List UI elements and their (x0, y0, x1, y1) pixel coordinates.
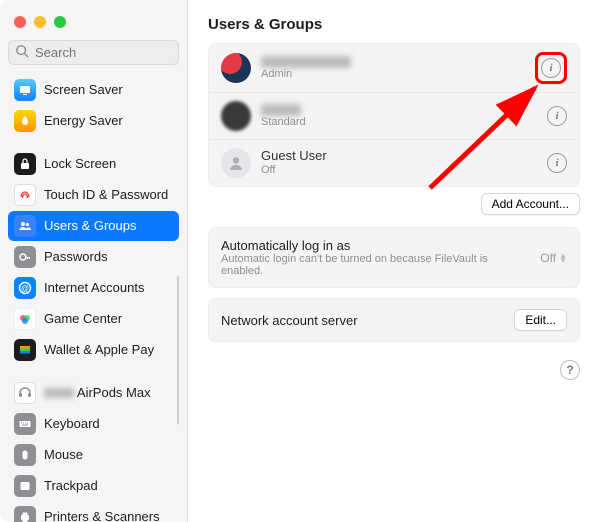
user-role: Standard (261, 116, 537, 129)
touch-id-icon (14, 184, 36, 206)
network-server-panel: Network account server Edit... (208, 298, 580, 342)
setting-texts: Automatically log in as Automatic login … (221, 238, 530, 277)
sidebar-item-touch-id[interactable]: Touch ID & Password (8, 180, 179, 210)
lock-screen-icon (14, 153, 36, 175)
keyboard-icon (14, 413, 36, 435)
internet-accounts-icon: @ (14, 277, 36, 299)
sidebar-item-airpods[interactable]: AirPods Max (8, 378, 179, 408)
setting-title: Automatically log in as (221, 238, 530, 253)
auto-login-panel: Automatically log in as Automatic login … (208, 227, 580, 288)
sidebar-list: Screen Saver Energy Saver Lock Screen (8, 75, 179, 522)
setting-texts: Network account server (221, 313, 504, 328)
page-title: Users & Groups (208, 16, 580, 33)
sidebar-item-label: Lock Screen (44, 157, 116, 171)
avatar (221, 148, 251, 178)
sidebar-item-wallet[interactable]: Wallet & Apple Pay (8, 335, 179, 365)
airpods-icon (14, 382, 36, 404)
avatar (221, 101, 251, 131)
search-icon (15, 44, 29, 58)
sidebar-item-passwords[interactable]: Passwords (8, 242, 179, 272)
user-row[interactable]: Standard i (209, 93, 579, 140)
sidebar-item-game-center[interactable]: Game Center (8, 304, 179, 334)
auto-login-value[interactable]: Off ▲▼ (540, 251, 567, 265)
user-row[interactable]: Guest User Off i (209, 140, 579, 186)
avatar (221, 53, 251, 83)
sidebar-item-internet-accounts[interactable]: @ Internet Accounts (8, 273, 179, 303)
user-texts: Admin (261, 56, 525, 81)
auto-login-row[interactable]: Automatically log in as Automatic login … (209, 228, 579, 287)
sidebar-item-label: AirPods Max (44, 386, 151, 400)
window-controls (8, 10, 179, 40)
stepper-icon: ▲▼ (559, 253, 567, 263)
user-info-button[interactable]: i (547, 153, 567, 173)
trackpad-icon (14, 475, 36, 497)
search-container (8, 40, 179, 65)
sidebar-item-label: Screen Saver (44, 83, 123, 97)
user-texts: Guest User Off (261, 149, 537, 177)
sidebar-item-label: Wallet & Apple Pay (44, 343, 154, 357)
users-list: Admin i Standard i Guest User (208, 43, 580, 187)
svg-text:@: @ (21, 284, 29, 293)
user-texts: Standard (261, 104, 537, 129)
value-text: Off (540, 251, 556, 265)
annotation-highlight: i (535, 52, 567, 84)
sidebar-item-trackpad[interactable]: Trackpad (8, 471, 179, 501)
add-account-button[interactable]: Add Account... (481, 193, 580, 215)
sidebar-item-printers[interactable]: Printers & Scanners (8, 502, 179, 522)
game-center-icon (14, 308, 36, 330)
printers-icon (14, 506, 36, 522)
sidebar: Screen Saver Energy Saver Lock Screen (0, 0, 188, 522)
user-role: Off (261, 164, 537, 177)
sidebar-item-label: Mouse (44, 448, 83, 462)
add-account-row: Add Account... (208, 193, 580, 215)
sidebar-item-label: Energy Saver (44, 114, 123, 128)
main-content: Users & Groups Admin i Standard i (188, 0, 600, 522)
sidebar-item-mouse[interactable]: Mouse (8, 440, 179, 470)
sidebar-item-label: Printers & Scanners (44, 510, 160, 522)
fullscreen-window-button[interactable] (54, 16, 66, 28)
sidebar-item-label: Game Center (44, 312, 122, 326)
help-button[interactable]: ? (560, 360, 580, 380)
close-window-button[interactable] (14, 16, 26, 28)
user-role: Admin (261, 68, 525, 81)
user-name (261, 104, 301, 116)
sidebar-item-users-groups[interactable]: Users & Groups (8, 211, 179, 241)
help-row: ? (208, 360, 580, 380)
user-name: Guest User (261, 149, 537, 164)
edit-network-server-button[interactable]: Edit... (514, 309, 567, 331)
sidebar-item-label: Passwords (44, 250, 108, 264)
sidebar-item-keyboard[interactable]: Keyboard (8, 409, 179, 439)
mouse-icon (14, 444, 36, 466)
user-info-button[interactable]: i (547, 106, 567, 126)
user-info-button[interactable]: i (541, 58, 561, 78)
settings-window: Screen Saver Energy Saver Lock Screen (0, 0, 600, 522)
sidebar-item-label: Trackpad (44, 479, 98, 493)
screen-saver-icon (14, 79, 36, 101)
passwords-icon (14, 246, 36, 268)
network-server-row: Network account server Edit... (209, 299, 579, 341)
user-name (261, 56, 351, 68)
sidebar-item-energy-saver[interactable]: Energy Saver (8, 106, 179, 136)
users-groups-icon (14, 215, 36, 237)
wallet-icon (14, 339, 36, 361)
setting-title: Network account server (221, 313, 504, 328)
energy-saver-icon (14, 110, 36, 132)
search-input[interactable] (8, 40, 179, 65)
sidebar-item-label: Internet Accounts (44, 281, 144, 295)
minimize-window-button[interactable] (34, 16, 46, 28)
sidebar-item-label: Keyboard (44, 417, 100, 431)
sidebar-item-screen-saver[interactable]: Screen Saver (8, 75, 179, 105)
sidebar-item-lock-screen[interactable]: Lock Screen (8, 149, 179, 179)
setting-subtitle: Automatic login can't be turned on becau… (221, 253, 530, 277)
sidebar-scrollbar[interactable] (177, 275, 179, 425)
sidebar-item-label: Users & Groups (44, 219, 136, 233)
sidebar-item-label: Touch ID & Password (44, 188, 168, 202)
user-row[interactable]: Admin i (209, 44, 579, 93)
